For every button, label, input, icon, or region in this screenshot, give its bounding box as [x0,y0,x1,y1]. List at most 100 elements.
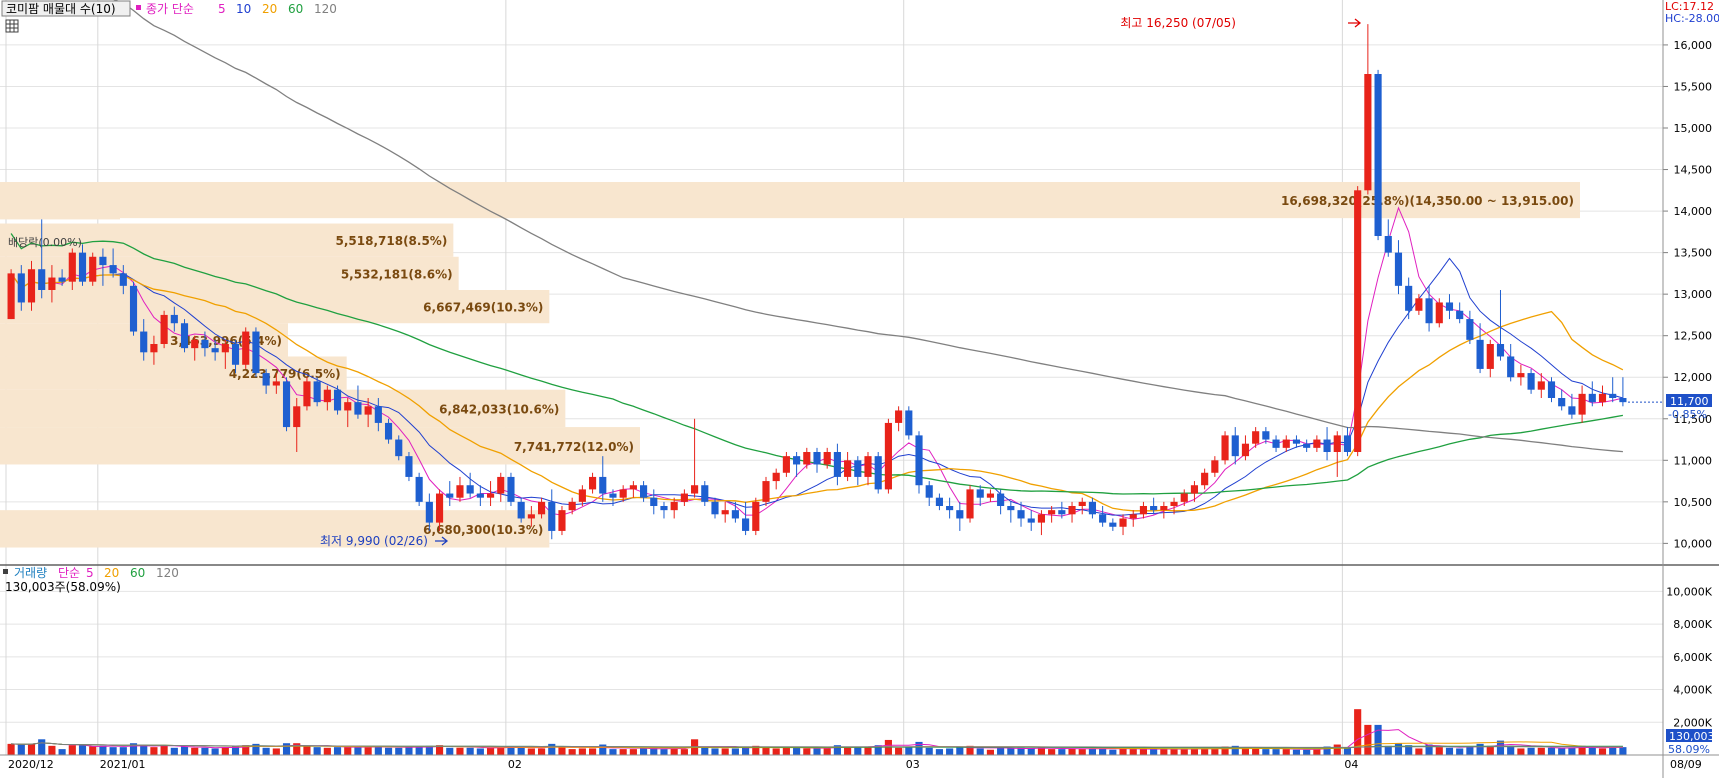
candle-body [1048,510,1056,515]
volume-bar [609,749,617,755]
candle-body [1139,506,1148,515]
candle-body [803,452,811,465]
y-tick-label: 13,000 [1674,288,1713,301]
volume-bar [48,745,56,755]
volume-bar [170,747,178,755]
candle-body [813,452,821,465]
volume-bar [1272,749,1280,755]
volume-bar [374,746,382,755]
volume-bar [997,747,1005,755]
candle-body [1445,302,1454,311]
candle-body [1394,252,1403,286]
candle-body [425,501,433,523]
candle-body [99,256,107,266]
volume-bar [946,748,954,755]
y-tick-label: 15,000 [1674,122,1713,135]
candle-body [721,510,729,515]
volume-bar [895,747,903,755]
candle-body [129,285,138,332]
volume-bar [905,746,913,755]
candle-body [38,269,46,290]
volume-bar [1394,743,1403,755]
volume-tick-label: 2,000K [1673,716,1712,729]
y-tick-label: 10,500 [1674,496,1713,509]
profile-label: 7,741,772(12.0%) [514,440,634,454]
volume-bar [558,747,566,755]
candle-body [1568,406,1576,415]
volume-bar [803,748,811,755]
candle-body [160,314,168,344]
candle-body [486,493,495,498]
volume-bar [731,748,739,755]
candle-body [956,510,964,519]
candle-body [48,277,56,290]
volume-bar [1537,747,1545,755]
volume-bar [1303,749,1311,755]
candle-body [7,273,15,320]
candle-body [1578,393,1586,415]
candle-body [405,456,413,477]
volume-bar [272,748,280,755]
volume-bar [1027,748,1035,755]
volume-bar [476,748,484,755]
profile-label: 4,223,779(6.5%) [229,367,341,381]
volume-bar [1558,748,1566,755]
legend-marker [3,569,8,574]
volume-bar [1170,749,1178,755]
candle-body [191,339,199,349]
current-price: 11,700 [1670,395,1709,408]
volume-bar [1486,745,1494,755]
volume-bar [1456,748,1464,755]
stock-chart[interactable]: 1,306,187(2.0%)5,518,718(8.5%)5,532,181(… [0,0,1719,778]
candle-body [731,510,739,519]
volume-bar [89,746,97,755]
candle-body [1078,501,1086,506]
volume-bar [1292,749,1301,755]
candle-body [1384,236,1392,253]
volume-tick-label: 8,000K [1673,618,1712,631]
volume-bar [1180,749,1188,755]
candle-body [1598,393,1607,403]
candle-body [609,493,617,498]
volume-bar [1568,747,1576,755]
ma-period-10: 10 [236,2,251,16]
volume-bar [119,747,127,755]
volume-bar [415,746,423,755]
volume-bar [1527,747,1535,755]
candle-body [650,497,658,506]
volume-bar [578,748,586,755]
volume-bar [1609,747,1617,755]
candle-body [640,485,648,498]
volume-bar [1099,748,1107,755]
candle-body [976,489,984,498]
candle-body [589,476,597,490]
y-tick-label: 15,500 [1674,80,1713,93]
candle-body [1547,381,1556,398]
y-tick-label: 12,000 [1674,371,1713,384]
volume-bar [925,747,933,755]
volume-bar [1007,748,1015,755]
candle-body [466,485,474,494]
volume-bar [1588,747,1596,755]
candle-body [231,344,240,365]
volume-bar [1119,748,1127,755]
grid-icon[interactable] [5,19,19,33]
dividend-label: 배당락(0.00%) [8,236,82,249]
candle-body [772,472,780,482]
volume-bar [1282,749,1290,755]
current-change: -0.85% [1668,408,1707,421]
candle-body [1221,435,1229,461]
volume-bar [1078,749,1086,755]
volume-bar [313,747,321,755]
chart-title: 코미팜 매물대 수(10) [6,2,116,16]
volume-bar [150,747,158,755]
candle-body [293,406,301,428]
volume-bar [956,747,964,755]
y-tick-label: 14,500 [1674,164,1713,177]
profile-label: 16,698,320(25.8%)(14,350.00 ~ 13,915.00) [1281,194,1574,208]
candle-body [1037,514,1045,523]
profile-label: 6,680,300(10.3%) [423,523,543,537]
candle-body [201,339,209,349]
volume-bar [762,747,770,755]
candle-body [854,460,862,477]
